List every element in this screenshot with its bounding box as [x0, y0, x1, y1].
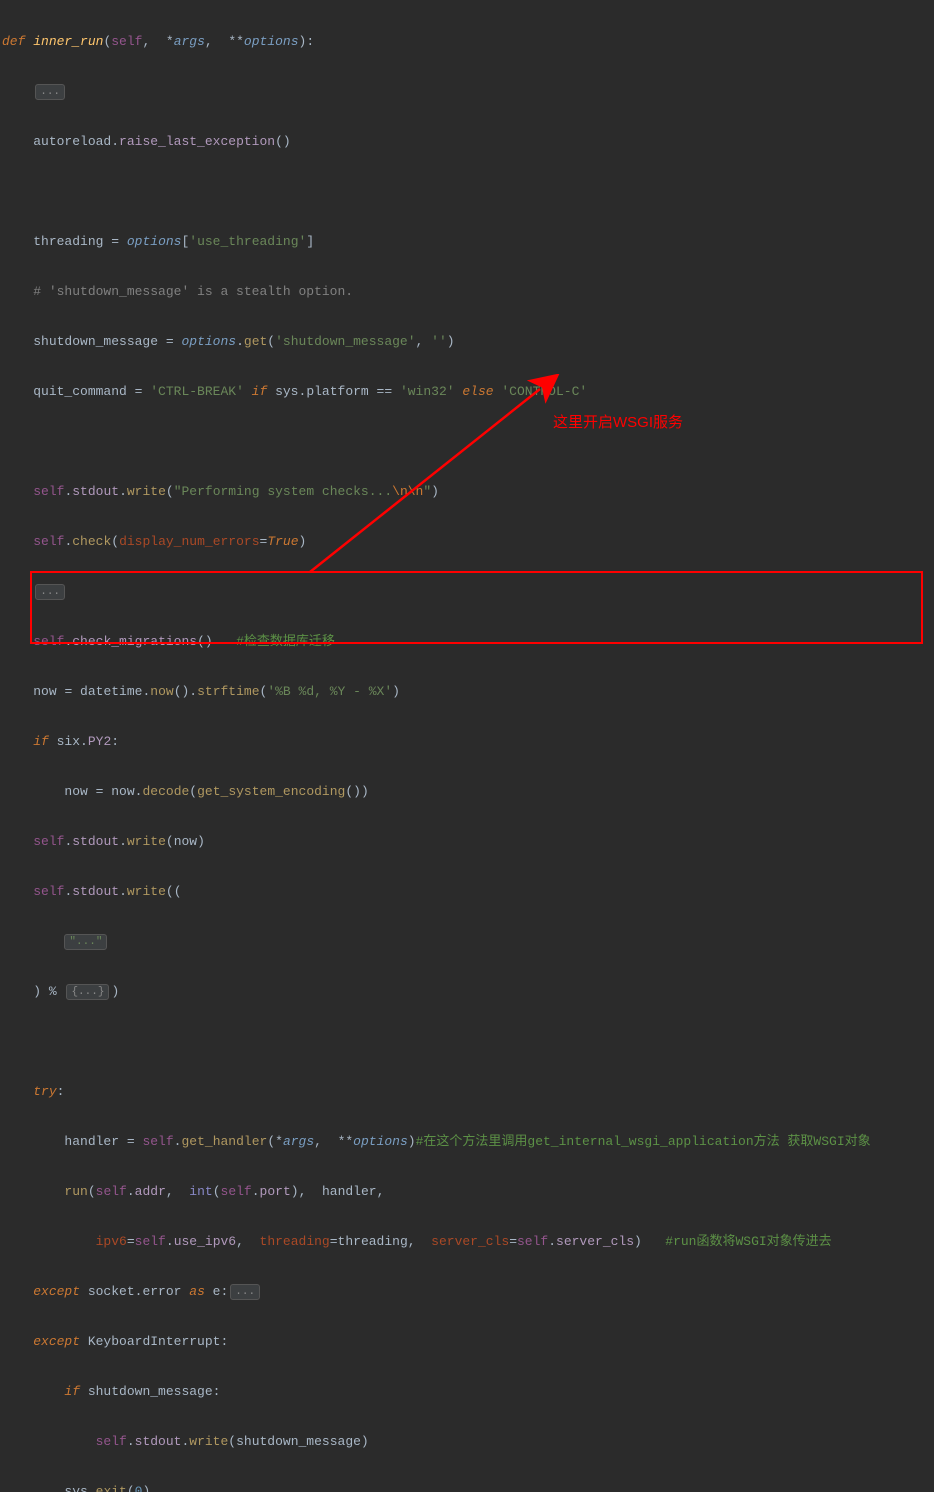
comment: #run函数将WSGI对象传进去 [665, 1234, 831, 1249]
annotation-label: 这里开启WSGI服务 [553, 410, 683, 435]
code-editor: def inner_run(self, *args, **options): .… [0, 0, 934, 1492]
code-line: quit_command = 'CTRL-BREAK' if sys.platf… [2, 379, 934, 404]
keyword-def: def [2, 34, 25, 49]
fold-marker[interactable]: "..." [64, 934, 107, 950]
code-line: "..." [2, 929, 934, 954]
fold-marker[interactable]: ... [230, 1284, 260, 1300]
code-line: handler = self.get_handler(*args, **opti… [2, 1129, 934, 1154]
fold-marker[interactable]: ... [35, 584, 65, 600]
code-line: autoreload.raise_last_exception() [2, 129, 934, 154]
comment: # 'shutdown_message' is a stealth option… [33, 284, 353, 299]
code-line: ipv6=self.use_ipv6, threading=threading,… [2, 1229, 934, 1254]
fold-marker[interactable]: {...} [66, 984, 109, 1000]
code-line: shutdown_message = options.get('shutdown… [2, 329, 934, 354]
comment: #在这个方法里调用get_internal_wsgi_application方法… [416, 1134, 871, 1149]
code-line: except socket.error as e:... [2, 1279, 934, 1304]
code-line: run(self.addr, int(self.port), handler, [2, 1179, 934, 1204]
code-line: # 'shutdown_message' is a stealth option… [2, 279, 934, 304]
blank-line [2, 1029, 934, 1054]
code-line: self.stdout.write(( [2, 879, 934, 904]
code-line: ) % {...}) [2, 979, 934, 1004]
code-line: self.check_migrations() #检查数据库迁移 [2, 629, 934, 654]
code-line: now = datetime.now().strftime('%B %d, %Y… [2, 679, 934, 704]
code-line: if six.PY2: [2, 729, 934, 754]
comment: #检查数据库迁移 [236, 634, 335, 649]
code-line: self.check(display_num_errors=True) [2, 529, 934, 554]
blank-line [2, 429, 934, 454]
fold-marker[interactable]: ... [35, 84, 65, 100]
code-line: try: [2, 1079, 934, 1104]
code-line: sys.exit(0) [2, 1479, 934, 1492]
blank-line [2, 179, 934, 204]
code-line: ... [2, 579, 934, 604]
code-line: except KeyboardInterrupt: [2, 1329, 934, 1354]
code-line: ... [2, 79, 934, 104]
code-line: self.stdout.write("Performing system che… [2, 479, 934, 504]
code-line: def inner_run(self, *args, **options): [2, 29, 934, 54]
code-line: now = now.decode(get_system_encoding()) [2, 779, 934, 804]
code-line: threading = options['use_threading'] [2, 229, 934, 254]
code-line: self.stdout.write(shutdown_message) [2, 1429, 934, 1454]
function-name: inner_run [33, 34, 103, 49]
code-line: if shutdown_message: [2, 1379, 934, 1404]
code-line: self.stdout.write(now) [2, 829, 934, 854]
